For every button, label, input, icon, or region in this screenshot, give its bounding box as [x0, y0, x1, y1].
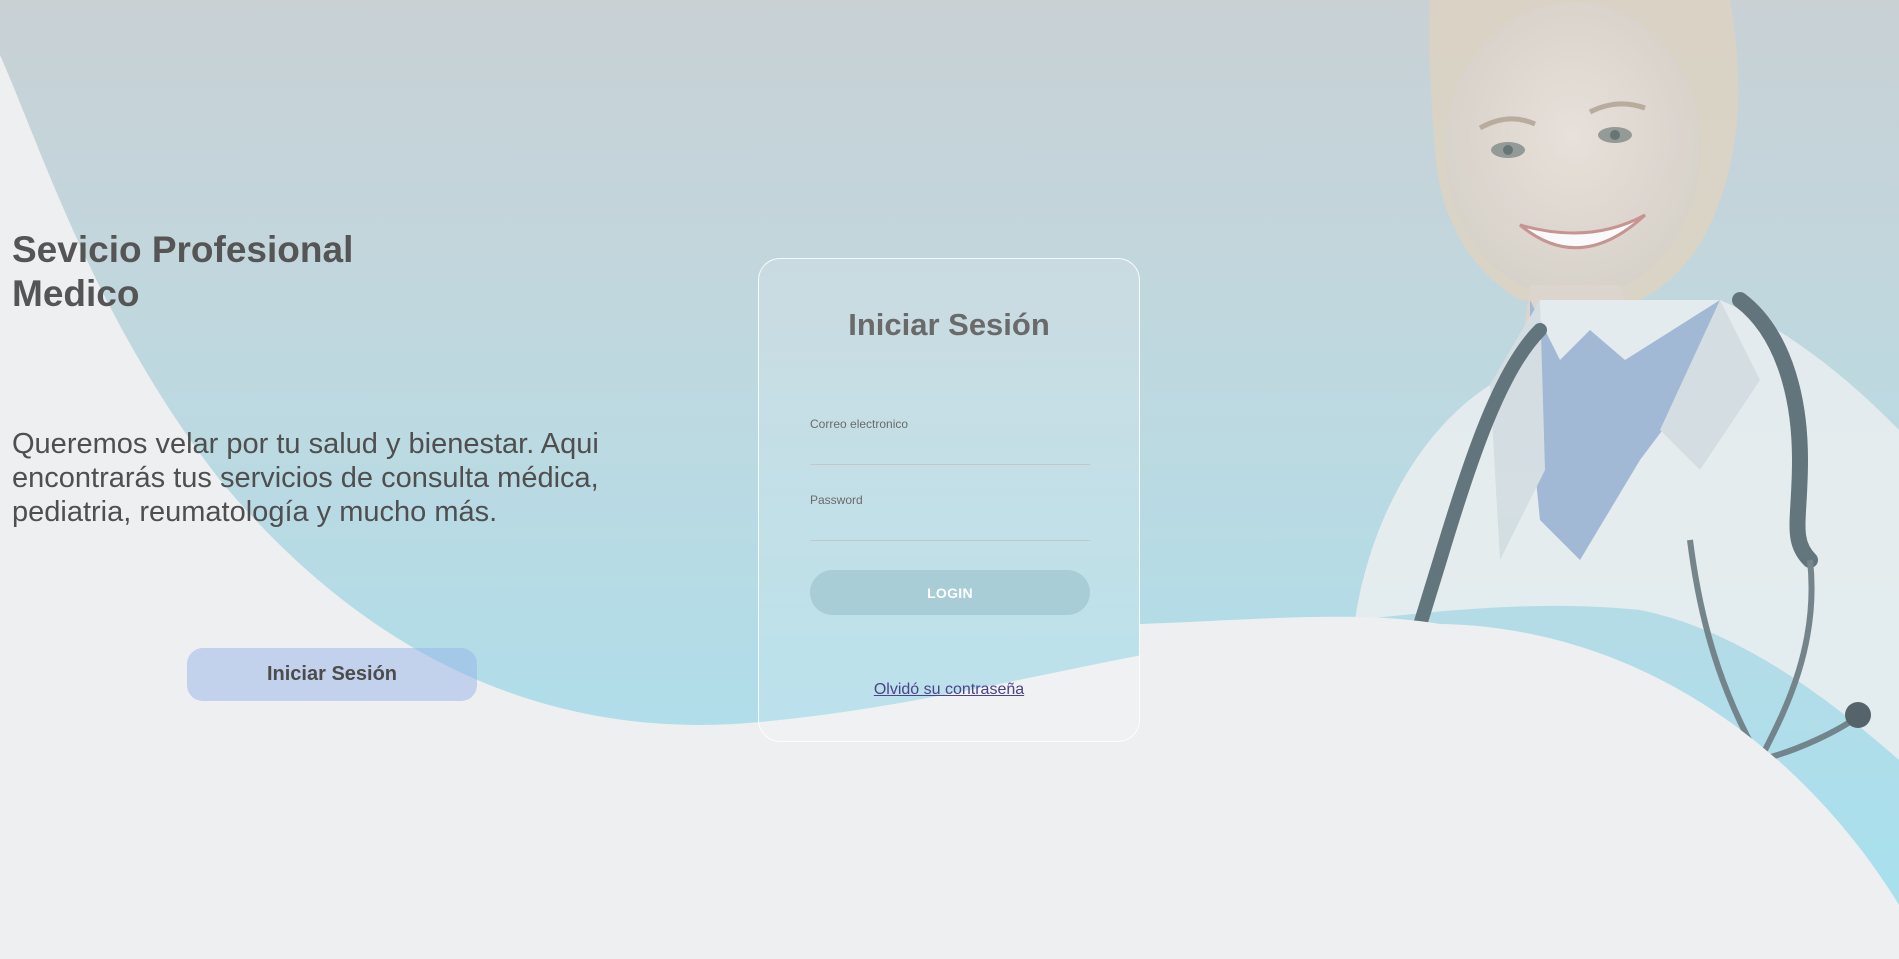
hero-description: Queremos velar por tu salud y bienestar.… [12, 428, 599, 528]
email-label: Correo electronico [810, 417, 909, 431]
password-label: Password [810, 493, 863, 507]
page: Sevicio Profesional Medico Queremos vela… [0, 0, 1899, 959]
login-button[interactable]: LOGIN [810, 570, 1090, 615]
login-card: Iniciar Sesión Correo electronico Passwo… [758, 258, 1140, 742]
hero-login-button[interactable]: Iniciar Sesión [187, 648, 477, 701]
password-input[interactable] [810, 513, 1090, 541]
forgot-password-link[interactable]: Olvidó su contraseña [759, 681, 1139, 699]
email-field-group: Correo electronico [810, 417, 1090, 465]
hero-title: Sevicio Profesional Medico [12, 229, 354, 314]
email-input[interactable] [810, 437, 1090, 465]
password-field-group: Password [810, 493, 1090, 541]
login-card-title: Iniciar Sesión [848, 307, 1050, 342]
